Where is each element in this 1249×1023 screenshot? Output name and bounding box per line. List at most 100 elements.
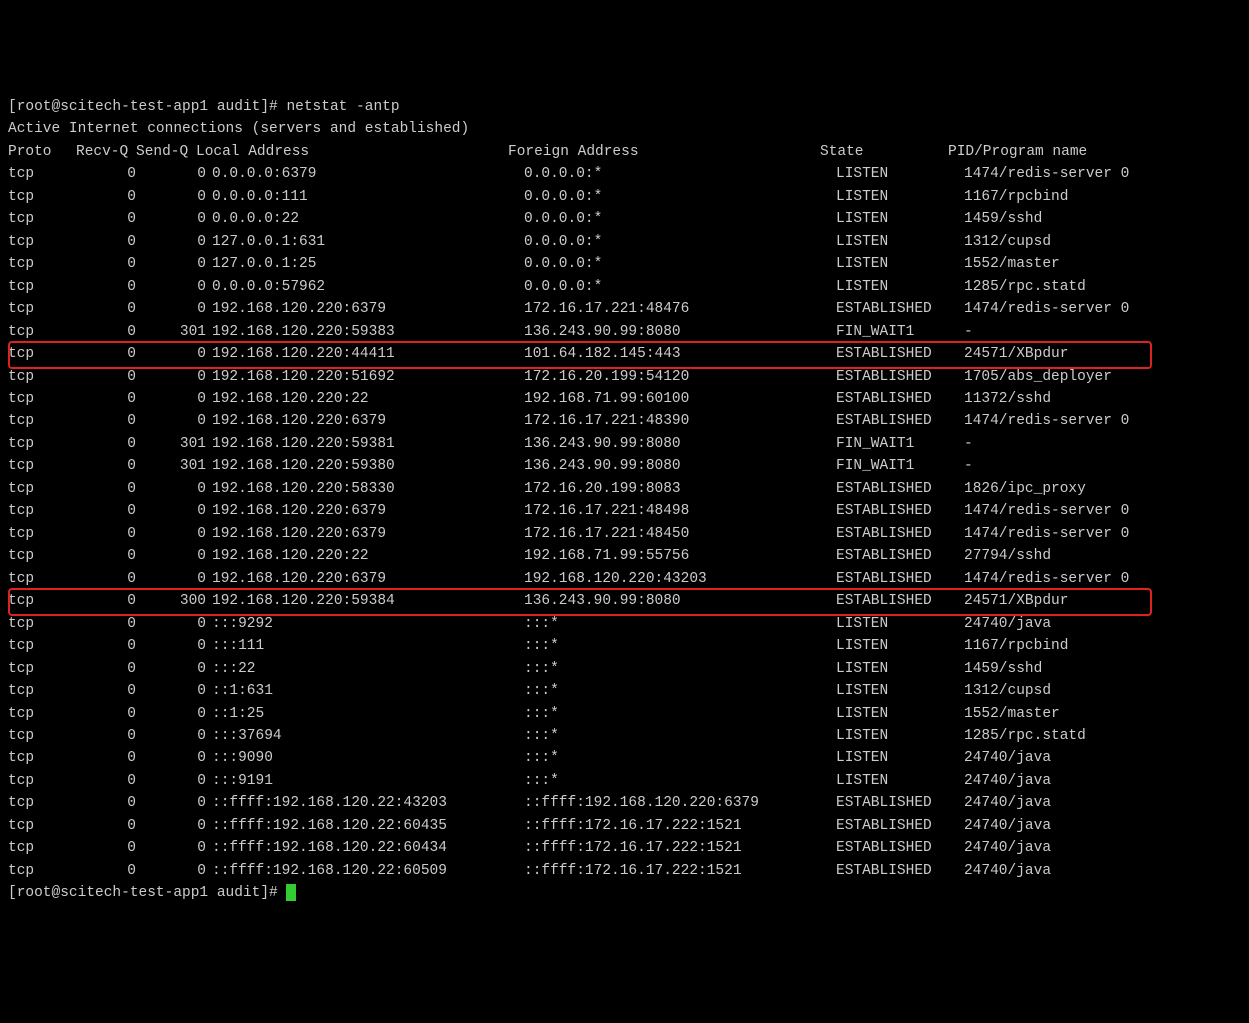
cell-local: 192.168.120.220:59383: [212, 321, 524, 343]
netstat-row: tcp00192.168.120.220:58330172.16.20.199:…: [8, 478, 1241, 500]
cell-recvq: 0: [76, 276, 146, 298]
cell-prog: 24740/java: [964, 837, 1051, 859]
cell-proto: tcp: [8, 680, 76, 702]
netstat-row: tcp000.0.0.0:63790.0.0.0:*LISTEN1474/red…: [8, 163, 1241, 185]
prompt-line: [root@scitech-test-app1 audit]# netstat …: [8, 96, 1241, 118]
cell-state: FIN_WAIT1: [836, 321, 964, 343]
cell-recvq: 0: [76, 613, 146, 635]
cell-state: LISTEN: [836, 747, 964, 769]
cell-sendq: 0: [146, 478, 212, 500]
cell-state: LISTEN: [836, 725, 964, 747]
netstat-row: tcp00:::22:::*LISTEN1459/sshd: [8, 658, 1241, 680]
col-sendq: Send-Q: [136, 141, 196, 163]
cell-foreign: ::ffff:172.16.17.222:1521: [524, 837, 836, 859]
cell-sendq: 0: [146, 545, 212, 567]
netstat-row: tcp00::ffff:192.168.120.22:60435::ffff:1…: [8, 815, 1241, 837]
terminal[interactable]: [root@scitech-test-app1 audit]# netstat …: [8, 96, 1241, 905]
cell-prog: 1312/cupsd: [964, 231, 1051, 253]
cell-sendq: 0: [146, 163, 212, 185]
cell-state: FIN_WAIT1: [836, 433, 964, 455]
cell-sendq: 301: [146, 433, 212, 455]
cell-prog: 1705/abs_deployer: [964, 366, 1112, 388]
cell-state: LISTEN: [836, 186, 964, 208]
cell-recvq: 0: [76, 455, 146, 477]
cell-local: 192.168.120.220:58330: [212, 478, 524, 500]
cell-local: 192.168.120.220:6379: [212, 298, 524, 320]
cell-local: 127.0.0.1:631: [212, 231, 524, 253]
netstat-row: tcp000.0.0.0:220.0.0.0:*LISTEN1459/sshd: [8, 208, 1241, 230]
cell-prog: 1167/rpcbind: [964, 186, 1068, 208]
cell-local: 192.168.120.220:59380: [212, 455, 524, 477]
cell-local: 0.0.0.0:6379: [212, 163, 524, 185]
cell-sendq: 0: [146, 388, 212, 410]
cell-prog: -: [964, 433, 973, 455]
cell-sendq: 0: [146, 343, 212, 365]
cell-state: ESTABLISHED: [836, 500, 964, 522]
cell-local: ::ffff:192.168.120.22:43203: [212, 792, 524, 814]
cell-sendq: 0: [146, 635, 212, 657]
cell-state: LISTEN: [836, 231, 964, 253]
cell-local: :::111: [212, 635, 524, 657]
cell-proto: tcp: [8, 163, 76, 185]
cell-prog: 1167/rpcbind: [964, 635, 1068, 657]
cell-state: LISTEN: [836, 658, 964, 680]
cell-recvq: 0: [76, 298, 146, 320]
cell-state: LISTEN: [836, 770, 964, 792]
cell-state: LISTEN: [836, 208, 964, 230]
cell-state: ESTABLISHED: [836, 388, 964, 410]
cell-prog: 24740/java: [964, 613, 1051, 635]
cell-sendq: 0: [146, 613, 212, 635]
netstat-row: tcp00127.0.0.1:6310.0.0.0:*LISTEN1312/cu…: [8, 231, 1241, 253]
cell-sendq: 0: [146, 208, 212, 230]
cell-recvq: 0: [76, 186, 146, 208]
cell-foreign: :::*: [524, 747, 836, 769]
netstat-row: tcp00192.168.120.220:6379172.16.17.221:4…: [8, 410, 1241, 432]
cell-state: LISTEN: [836, 703, 964, 725]
cell-recvq: 0: [76, 680, 146, 702]
cell-state: ESTABLISHED: [836, 837, 964, 859]
cell-proto: tcp: [8, 410, 76, 432]
cell-foreign: 192.168.120.220:43203: [524, 568, 836, 590]
cell-foreign: :::*: [524, 770, 836, 792]
cell-proto: tcp: [8, 837, 76, 859]
cell-proto: tcp: [8, 658, 76, 680]
cell-foreign: 172.16.17.221:48476: [524, 298, 836, 320]
cell-foreign: 192.168.71.99:60100: [524, 388, 836, 410]
cell-recvq: 0: [76, 231, 146, 253]
cell-local: ::ffff:192.168.120.22:60509: [212, 860, 524, 882]
cell-foreign: 172.16.20.199:54120: [524, 366, 836, 388]
col-recvq: Recv-Q: [76, 141, 136, 163]
cell-recvq: 0: [76, 500, 146, 522]
cell-local: 192.168.120.220:59384: [212, 590, 524, 612]
cell-prog: 24740/java: [964, 815, 1051, 837]
cell-recvq: 0: [76, 253, 146, 275]
cell-sendq: 0: [146, 792, 212, 814]
cell-local: ::1:25: [212, 703, 524, 725]
cell-foreign: ::ffff:192.168.120.220:6379: [524, 792, 836, 814]
cell-local: 0.0.0.0:57962: [212, 276, 524, 298]
cell-proto: tcp: [8, 478, 76, 500]
cell-local: 192.168.120.220:59381: [212, 433, 524, 455]
cell-proto: tcp: [8, 792, 76, 814]
cell-proto: tcp: [8, 568, 76, 590]
cell-prog: 1552/master: [964, 703, 1060, 725]
cell-foreign: 172.16.20.199:8083: [524, 478, 836, 500]
netstat-row: tcp00192.168.120.220:6379172.16.17.221:4…: [8, 298, 1241, 320]
cell-prog: -: [964, 455, 973, 477]
cell-prog: 11372/sshd: [964, 388, 1051, 410]
netstat-row: tcp00192.168.120.220:6379192.168.120.220…: [8, 568, 1241, 590]
cell-foreign: ::ffff:172.16.17.222:1521: [524, 860, 836, 882]
cell-prog: 24740/java: [964, 747, 1051, 769]
cell-sendq: 0: [146, 276, 212, 298]
cell-prog: 1459/sshd: [964, 208, 1042, 230]
cell-recvq: 0: [76, 725, 146, 747]
cell-local: :::9292: [212, 613, 524, 635]
cell-sendq: 0: [146, 815, 212, 837]
cell-recvq: 0: [76, 523, 146, 545]
cell-local: 192.168.120.220:6379: [212, 500, 524, 522]
cell-foreign: ::ffff:172.16.17.222:1521: [524, 815, 836, 837]
netstat-row: tcp0301192.168.120.220:59381136.243.90.9…: [8, 433, 1241, 455]
cell-recvq: 0: [76, 590, 146, 612]
col-prog: PID/Program name: [948, 141, 1087, 163]
cell-state: LISTEN: [836, 276, 964, 298]
